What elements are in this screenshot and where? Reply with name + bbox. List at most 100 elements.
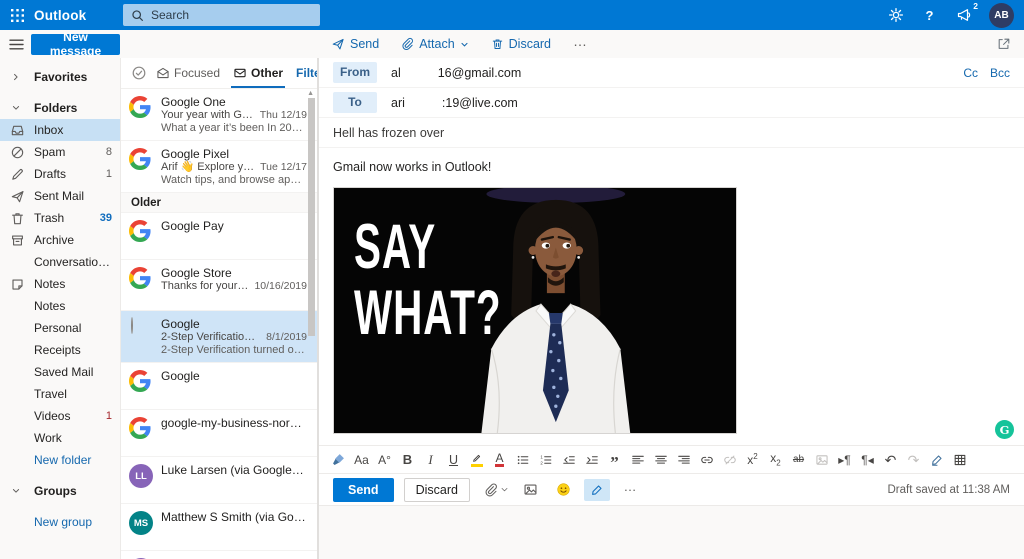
app-launcher-icon[interactable] <box>0 0 34 30</box>
tab-focused[interactable]: Focused <box>156 58 220 88</box>
message-item-matthew-s-smith-via-google-sheets[interactable]: MSMatthew S Smith (via Google Sheets) <box>121 504 317 551</box>
attach-file-icon[interactable] <box>482 479 511 501</box>
sidebar-item-notes[interactable]: Notes <box>0 295 120 317</box>
subscript-icon[interactable]: x2 <box>764 449 787 470</box>
settings-gear-icon[interactable] <box>887 6 904 24</box>
sidebar-item-notes[interactable]: Notes <box>0 273 120 295</box>
sidebar-item-trash[interactable]: Trash39 <box>0 207 120 229</box>
numbered-list-icon[interactable]: 12 <box>534 449 557 470</box>
font-icon[interactable]: Aa <box>350 449 373 470</box>
message-item-google-my-business-noreply-google-co[interactable]: google-my-business-noreply@google.co... <box>121 410 317 457</box>
subject-field[interactable]: Hell has frozen over <box>319 118 1024 148</box>
discard-command-button[interactable]: Discard <box>491 37 551 51</box>
ltr-icon[interactable]: ▸¶ <box>833 449 856 470</box>
sidebar-item-work[interactable]: Work <box>0 427 120 449</box>
message-item-google[interactable]: Google <box>121 363 317 410</box>
message-item-luke-larsen-via-google-sheets[interactable]: LLLuke Larsen (via Google Sheets) <box>121 457 317 504</box>
open-in-new-window-icon[interactable] <box>997 37 1011 51</box>
message-item-google-store[interactable]: Google StoreThanks for your Google S...1… <box>121 260 317 311</box>
select-all-circle-check-icon[interactable] <box>131 65 147 81</box>
insert-table-icon[interactable] <box>948 449 971 470</box>
sidebar-item-spam[interactable]: Spam8 <box>0 141 120 163</box>
strikethrough-icon[interactable]: ab <box>787 449 810 470</box>
sidebar-item-sent-mail[interactable]: Sent Mail <box>0 185 120 207</box>
quote-icon[interactable]: ” <box>603 449 626 470</box>
align-right-icon[interactable] <box>672 449 695 470</box>
font-color-icon[interactable]: A <box>488 449 511 470</box>
undo-icon[interactable]: ↶ <box>879 449 902 470</box>
sidebar-item-new-folder[interactable]: New folder <box>0 449 120 471</box>
account-avatar[interactable]: AB <box>989 3 1014 28</box>
rtl-icon[interactable]: ¶◂ <box>856 449 879 470</box>
cc-button[interactable]: Cc <box>963 66 978 80</box>
font-size-icon[interactable]: A° <box>373 449 396 470</box>
sidebar-item-videos[interactable]: Videos1 <box>0 405 120 427</box>
bold-icon[interactable]: B <box>396 449 419 470</box>
to-address[interactable]: ari :19@live.com <box>391 96 518 110</box>
emoji-icon[interactable] <box>551 479 577 501</box>
italic-icon[interactable]: I <box>419 449 442 470</box>
message-item-google-one[interactable]: Google OneYour year with Google OneThu 1… <box>121 89 317 141</box>
help-icon[interactable]: ? <box>921 6 938 24</box>
whats-new-megaphone-icon[interactable]: 2 <box>955 6 972 24</box>
insert-picture-icon[interactable] <box>518 479 544 501</box>
block-icon <box>10 145 34 160</box>
search-input[interactable]: Search <box>123 4 320 26</box>
app-title[interactable]: Outlook <box>34 8 86 23</box>
bcc-button[interactable]: Bcc <box>990 66 1010 80</box>
indent-icon[interactable] <box>580 449 603 470</box>
format-painter-icon[interactable] <box>327 449 350 470</box>
sidebar-item-label: Receipts <box>34 343 112 357</box>
underline-icon[interactable]: U <box>442 449 465 470</box>
draw-icon[interactable] <box>584 479 610 501</box>
align-left-icon[interactable] <box>626 449 649 470</box>
message-item-google-pay[interactable]: Google Pay <box>121 213 317 260</box>
scrollbar-up-arrow[interactable]: ▲ <box>307 90 314 97</box>
message-item-google[interactable]: Google2-Step Verification turned...8/1/2… <box>121 311 317 363</box>
sidebar-item-receipts[interactable]: Receipts <box>0 339 120 361</box>
bullet-list-icon[interactable] <box>511 449 534 470</box>
unread-count: 8 <box>106 146 112 158</box>
sidebar-item-drafts[interactable]: Drafts1 <box>0 163 120 185</box>
from-button[interactable]: From <box>333 62 377 83</box>
message-item-luke-larsen-via-google-sheets[interactable]: LLLuke Larsen (via Google Sheets) <box>121 551 317 559</box>
superscript-icon[interactable]: x2 <box>741 449 764 470</box>
sidebar-item-favorites[interactable]: Favorites <box>0 66 120 88</box>
tab-other[interactable]: Other <box>233 58 283 88</box>
sidebar-item-saved-mail[interactable]: Saved Mail <box>0 361 120 383</box>
more-icon[interactable]: … <box>617 479 643 501</box>
align-center-icon[interactable] <box>649 449 672 470</box>
to-button[interactable]: To <box>333 92 377 113</box>
sidebar-item-label: New folder <box>34 453 112 467</box>
sidebar-item-conversation-hist[interactable]: Conversation Hist... <box>0 251 120 273</box>
message-summary: Luke Larsen (via Google Sheets) <box>161 463 307 498</box>
from-address[interactable]: al 16@gmail.com <box>391 66 521 80</box>
hamburger-menu-icon[interactable] <box>9 39 24 50</box>
send-command-button[interactable]: Send <box>331 37 379 51</box>
highlight-icon[interactable] <box>465 449 488 470</box>
draw-text-icon[interactable] <box>925 449 948 470</box>
list-scrollbar-thumb[interactable] <box>308 98 315 336</box>
discard-button[interactable]: Discard <box>404 478 470 502</box>
outdent-icon[interactable] <box>557 449 580 470</box>
search-placeholder: Search <box>151 8 189 22</box>
sidebar-item-new-group[interactable]: New group <box>0 511 120 533</box>
selected-radio-icon[interactable] <box>129 317 153 357</box>
grammarly-icon[interactable]: G <box>995 420 1014 439</box>
message-item-google-pixel[interactable]: Google PixelArif 👋 Explore your Pixel...… <box>121 141 317 193</box>
more-options-icon[interactable]: … <box>573 33 587 49</box>
filter-button[interactable]: Filter <box>296 66 318 80</box>
sidebar-item-label: Archive <box>34 233 112 247</box>
sidebar-item-personal[interactable]: Personal <box>0 317 120 339</box>
new-message-button[interactable]: New message <box>31 34 120 55</box>
sidebar-item-folders[interactable]: Folders <box>0 97 120 119</box>
sender-name: Matthew S Smith (via Google Sheets) <box>161 510 307 524</box>
send-button[interactable]: Send <box>333 478 394 502</box>
message-body-editor[interactable]: Gmail now works in Outlook! <box>319 148 1024 445</box>
attach-command-button[interactable]: Attach <box>401 37 468 51</box>
sidebar-item-archive[interactable]: Archive <box>0 229 120 251</box>
sidebar-item-groups[interactable]: Groups <box>0 480 120 502</box>
sidebar-item-inbox[interactable]: Inbox <box>0 119 120 141</box>
sidebar-item-travel[interactable]: Travel <box>0 383 120 405</box>
link-icon[interactable] <box>695 449 718 470</box>
